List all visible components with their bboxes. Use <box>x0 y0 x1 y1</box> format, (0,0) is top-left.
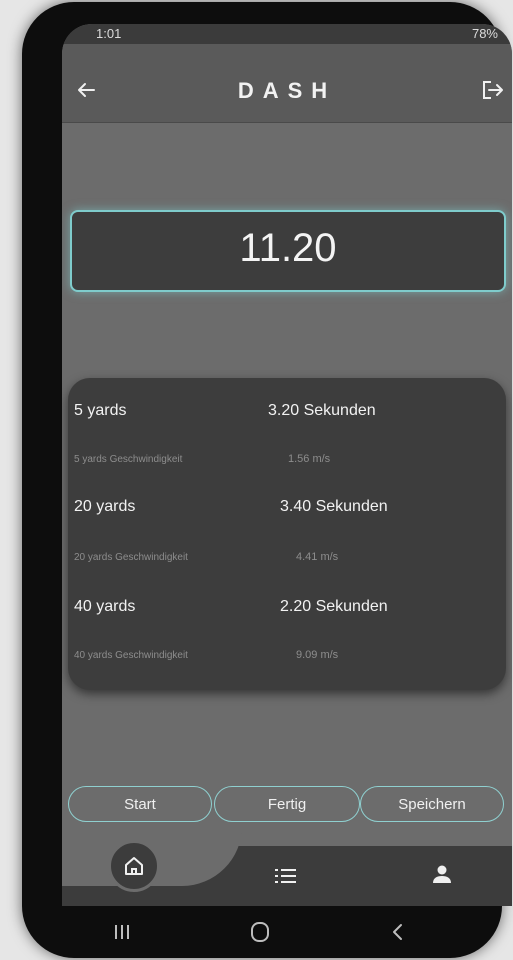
page-title: DASH <box>237 78 337 103</box>
home-icon <box>125 857 143 875</box>
logout-icon <box>483 81 503 99</box>
nav-list-button[interactable] <box>272 864 300 888</box>
result-speed-value-20-yards: 4.41 m/s <box>296 551 339 563</box>
result-value-20-yards: 3.40 Sekunden <box>280 498 388 515</box>
result-speed-label-20-yards: 20 yards Geschwindigkeit <box>74 552 188 563</box>
phone-frame: 1:01 78% DASH 11.20 5 yards 3.20 Sekunde <box>22 2 512 958</box>
start-button[interactable]: Start <box>68 786 212 822</box>
result-label-5-yards: 5 yards <box>74 402 127 419</box>
result-speed-value-40-yards: 9.09 m/s <box>296 649 339 661</box>
bottom-navigation <box>62 826 512 906</box>
recents-button[interactable] <box>108 920 136 944</box>
logout-button[interactable] <box>480 78 506 102</box>
app-screen: 1:01 78% DASH 11.20 5 yards 3.20 Sekunde <box>62 24 512 906</box>
result-value-40-yards: 2.20 Sekunden <box>280 598 388 615</box>
system-navigation-bar <box>62 906 502 958</box>
nav-profile-button[interactable] <box>430 862 454 886</box>
chevron-left-icon <box>393 924 402 940</box>
back-system-button[interactable] <box>384 920 412 944</box>
save-button[interactable]: Speichern <box>360 786 504 822</box>
app-bar: DASH <box>62 44 512 123</box>
result-speed-label-5-yards: 5 yards Geschwindigkeit <box>74 454 183 465</box>
result-label-40-yards: 40 yards <box>74 598 136 615</box>
status-time: 1:01 <box>96 26 122 41</box>
recents-icon <box>115 925 129 939</box>
result-speed-label-40-yards: 40 yards Geschwindigkeit <box>74 650 188 661</box>
result-value-5-yards: 3.20 Sekunden <box>268 402 376 419</box>
home-system-button[interactable] <box>246 920 274 944</box>
list-icon <box>275 869 296 883</box>
home-circle-icon <box>251 922 269 942</box>
timer-display: 11.20 <box>70 210 506 292</box>
result-speed-value-5-yards: 1.56 m/s <box>288 453 331 465</box>
nav-home-button[interactable] <box>108 840 160 892</box>
finish-button[interactable]: Fertig <box>214 786 360 822</box>
results-panel: 5 yards 3.20 Sekunden 5 yards Geschwindi… <box>68 378 506 690</box>
timer-value: 11.20 <box>239 226 337 270</box>
person-icon <box>433 865 451 883</box>
status-bar: 1:01 78% <box>62 24 512 44</box>
status-battery: 78% <box>471 26 498 41</box>
result-label-20-yards: 20 yards <box>74 498 136 515</box>
